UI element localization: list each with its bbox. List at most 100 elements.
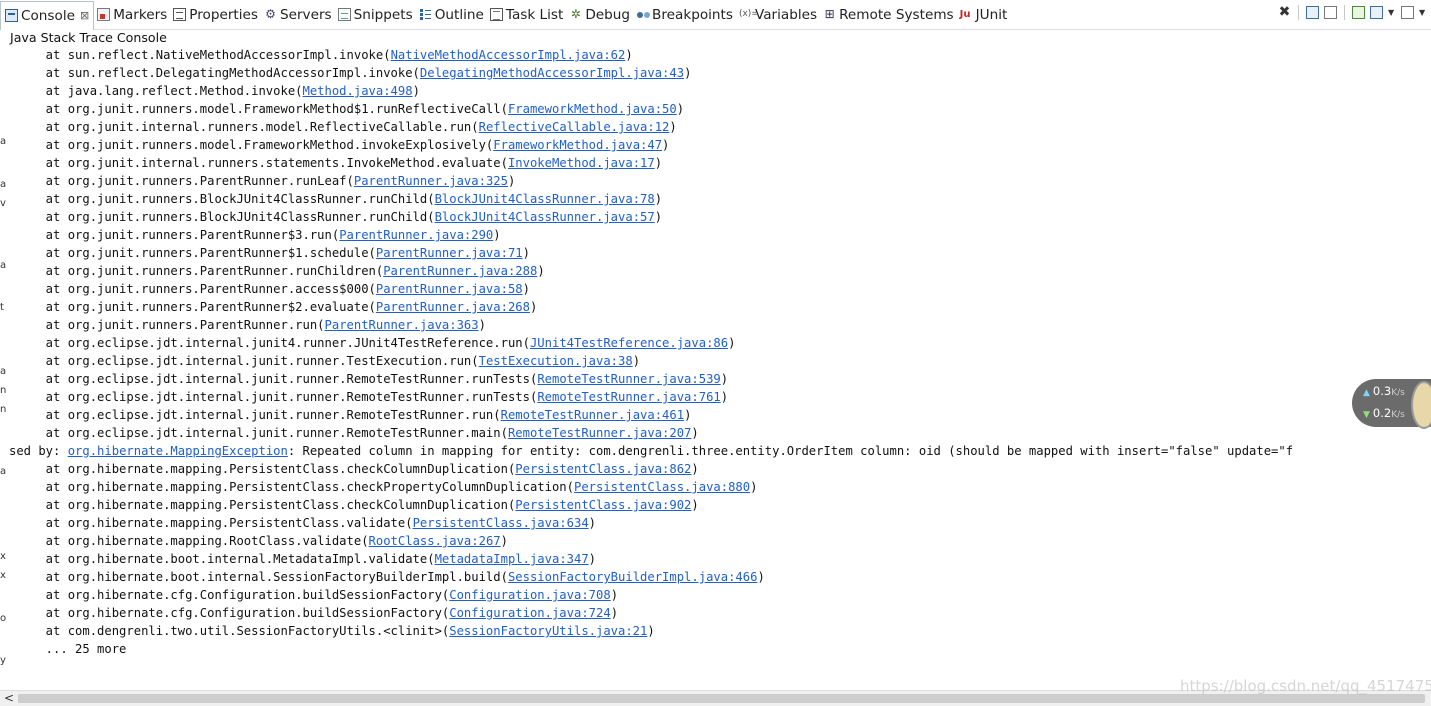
scrollbar-thumb[interactable] <box>18 694 1425 703</box>
tab-properties[interactable]: Properties <box>170 0 261 29</box>
source-link[interactable]: ParentRunner.java:268 <box>376 300 530 314</box>
close-icon[interactable]: ⊠ <box>80 9 89 22</box>
source-link[interactable]: ParentRunner.java:58 <box>376 282 523 296</box>
line-text: ) <box>691 498 699 512</box>
line-text: at org.junit.internal.runners.statements… <box>9 156 508 170</box>
source-link[interactable]: RemoteTestRunner.java:539 <box>537 372 720 386</box>
tab-task-list[interactable]: Task List <box>487 0 566 29</box>
line-text: at org.eclipse.jdt.internal.junit.runner… <box>9 390 538 404</box>
terminate-icon[interactable]: ✖ <box>1278 5 1291 19</box>
scroll-lock-icon[interactable] <box>1324 6 1337 19</box>
source-link[interactable]: RemoteTestRunner.java:207 <box>508 426 691 440</box>
tab-breakpoints[interactable]: Breakpoints <box>633 0 736 29</box>
line-text: at sun.reflect.NativeMethodAccessorImpl.… <box>9 48 391 62</box>
console-icon <box>5 9 18 22</box>
source-link[interactable]: ParentRunner.java:288 <box>383 264 537 278</box>
remote-systems-icon: ⊞ <box>824 7 835 21</box>
line-text: ) <box>757 570 765 584</box>
source-link[interactable]: Method.java:498 <box>303 84 413 98</box>
open-console-icon[interactable] <box>1401 6 1414 19</box>
toolbar-separator <box>1344 5 1345 20</box>
scroll-left-icon[interactable]: < <box>4 691 14 706</box>
outline-icon <box>419 8 432 21</box>
console-line: at org.junit.runners.model.FrameworkMeth… <box>9 136 1431 154</box>
source-link[interactable]: DelegatingMethodAccessorImpl.java:43 <box>420 66 684 80</box>
line-text: ) <box>412 84 420 98</box>
tab-servers[interactable]: ⚙ Servers <box>261 0 335 29</box>
line-text: at com.dengrenli.two.util.SessionFactory… <box>9 624 450 638</box>
source-link[interactable]: MetadataImpl.java:347 <box>435 552 589 566</box>
pin-console-icon[interactable] <box>1352 6 1365 19</box>
line-text: ) <box>676 102 685 116</box>
tab-debug[interactable]: ✲ Debug <box>566 0 633 29</box>
line-text: ) <box>684 66 692 80</box>
source-link[interactable]: PersistentClass.java:634 <box>413 516 589 530</box>
line-text: ) <box>647 624 655 638</box>
line-text: : Repeated column in mapping for entity:… <box>287 444 1294 458</box>
source-link[interactable]: PersistentClass.java:902 <box>515 498 691 512</box>
chevron-down-icon[interactable]: ▼ <box>1388 6 1396 19</box>
source-link[interactable]: PersistentClass.java:862 <box>515 462 691 476</box>
line-text: ) <box>654 192 663 206</box>
source-link[interactable]: BlockJUnit4ClassRunner.java:57 <box>435 210 655 224</box>
source-link[interactable]: Configuration.java:708 <box>449 588 610 602</box>
source-link[interactable]: Configuration.java:724 <box>449 606 610 620</box>
tab-variables[interactable]: (x)= Variables <box>736 0 820 29</box>
source-link[interactable]: BlockJUnit4ClassRunner.java:78 <box>435 192 655 206</box>
line-text: at org.junit.internal.runners.model.Refl… <box>9 120 479 134</box>
tab-outline[interactable]: Outline <box>416 0 487 29</box>
gutter-char: y <box>0 655 6 666</box>
tab-junit[interactable]: Ju JUnit <box>957 0 1011 29</box>
source-link[interactable]: SessionFactoryBuilderImpl.java:466 <box>508 570 757 584</box>
console-line: at org.hibernate.mapping.PersistentClass… <box>9 460 1431 478</box>
source-link[interactable]: RemoteTestRunner.java:761 <box>537 390 720 404</box>
line-text: ) <box>507 174 516 188</box>
source-link[interactable]: SessionFactoryUtils.java:21 <box>449 624 647 638</box>
toolbar-separator <box>1298 5 1299 20</box>
console-line: at org.junit.runners.ParentRunner.run(Pa… <box>9 316 1431 334</box>
source-link[interactable]: org.hibernate.MappingException <box>68 444 288 458</box>
console-output[interactable]: at sun.reflect.NativeMethodAccessorImpl.… <box>9 46 1431 686</box>
console-line: at org.hibernate.mapping.PersistentClass… <box>9 496 1431 514</box>
download-value: 0.2 <box>1372 406 1392 420</box>
source-link[interactable]: ReflectiveCallable.java:12 <box>479 120 670 134</box>
tab-label: Markers <box>113 6 168 23</box>
console-line: at org.eclipse.jdt.internal.junit.runner… <box>9 424 1431 442</box>
console-title: Java Stack Trace Console <box>10 30 167 45</box>
source-link[interactable]: ParentRunner.java:363 <box>325 318 479 332</box>
tab-remote-systems[interactable]: ⊞ Remote Systems <box>820 0 957 29</box>
tab-console[interactable]: Console ⊠ <box>0 0 95 30</box>
source-link[interactable]: NativeMethodAccessorImpl.java:62 <box>391 48 626 62</box>
source-link[interactable]: InvokeMethod.java:17 <box>508 156 655 170</box>
chevron-down-icon[interactable]: ▼ <box>1419 6 1427 19</box>
tab-label: Properties <box>189 6 258 23</box>
source-link[interactable]: JUnit4TestReference.java:86 <box>530 336 728 350</box>
network-speed-widget[interactable]: ▲ 0.3K/s ▼ 0.2K/s <box>1352 379 1431 429</box>
source-link[interactable]: FrameworkMethod.java:50 <box>508 102 677 116</box>
line-text: ) <box>625 48 633 62</box>
source-link[interactable]: ParentRunner.java:325 <box>354 174 508 188</box>
gutter-char: t <box>0 302 4 313</box>
source-link[interactable]: TestExecution.java:38 <box>479 354 633 368</box>
console-line: at sun.reflect.DelegatingMethodAccessorI… <box>9 64 1431 82</box>
source-link[interactable]: FrameworkMethod.java:47 <box>493 138 662 152</box>
console-line: at org.junit.runners.BlockJUnit4ClassRun… <box>9 208 1431 226</box>
clear-console-icon[interactable] <box>1306 6 1319 19</box>
line-text: ) <box>654 156 663 170</box>
display-console-icon[interactable] <box>1370 6 1383 19</box>
tab-snippets[interactable]: Snippets <box>335 0 416 29</box>
tab-label: Variables <box>754 6 818 23</box>
source-link[interactable]: RemoteTestRunner.java:461 <box>501 408 684 422</box>
tab-markers[interactable]: Markers <box>94 0 170 29</box>
line-text: ) <box>654 210 663 224</box>
line-text: at org.hibernate.mapping.PersistentClass… <box>9 480 574 494</box>
upload-unit: K/s <box>1391 388 1405 398</box>
console-line: at org.junit.runners.model.FrameworkMeth… <box>9 100 1431 118</box>
line-text: ) <box>610 606 619 620</box>
source-link[interactable]: ParentRunner.java:71 <box>376 246 523 260</box>
source-link[interactable]: PersistentClass.java:880 <box>574 480 750 494</box>
source-link[interactable]: RootClass.java:267 <box>369 534 501 548</box>
gutter-char: a <box>0 366 7 377</box>
line-text: ) <box>588 516 597 530</box>
source-link[interactable]: ParentRunner.java:290 <box>339 228 493 242</box>
